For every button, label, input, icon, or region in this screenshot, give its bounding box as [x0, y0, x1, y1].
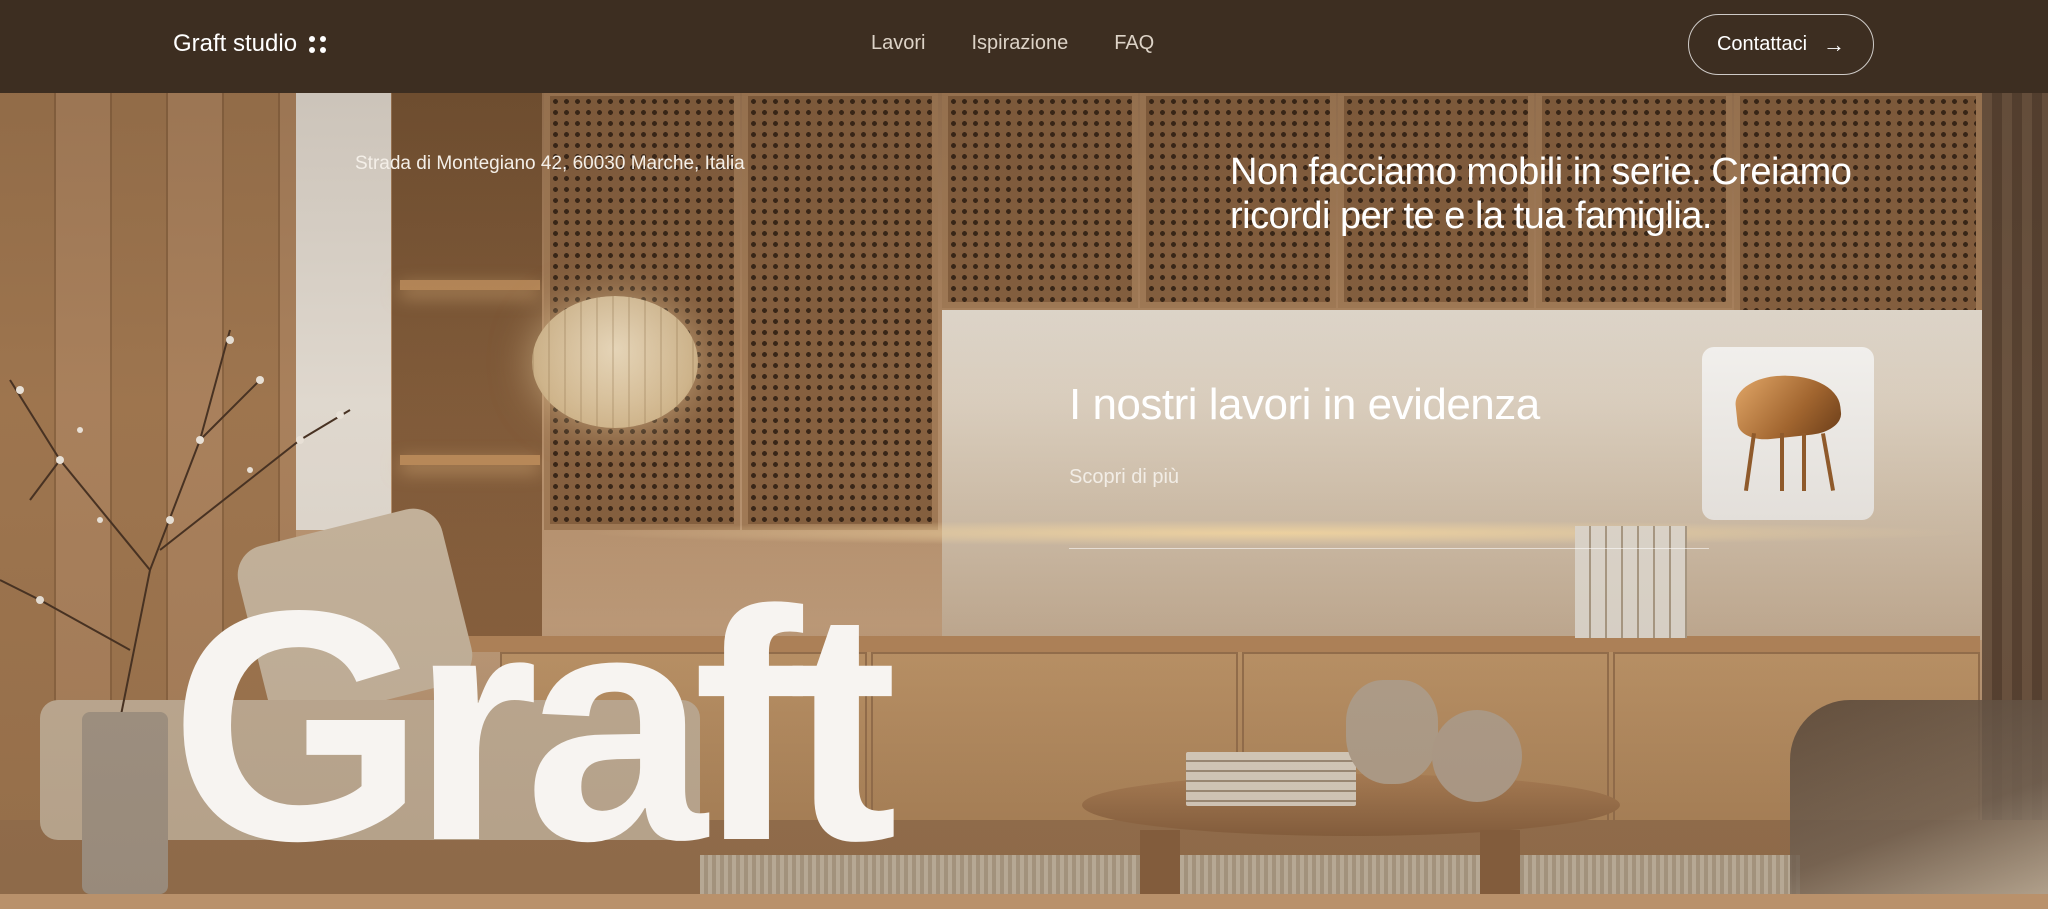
arrow-right-icon: → [1823, 31, 1846, 57]
studio-address: Strada di Montegiano 42, 60030 Marche, I… [355, 153, 745, 174]
hero-wordmark: Graft [170, 542, 898, 909]
featured-chair-thumbnail[interactable] [1702, 347, 1874, 520]
contact-button-label: Contattaci [1716, 33, 1808, 55]
discover-more-link[interactable]: Scopri di più [1069, 466, 1179, 489]
nav-item-faq[interactable]: FAQ [1114, 32, 1154, 55]
contact-button[interactable]: Contattaci → [1688, 14, 1874, 75]
main-nav: Lavori Ispirazione FAQ [871, 32, 1154, 55]
nav-item-lavori[interactable]: Lavori [871, 32, 925, 55]
brand-name: Graft studio [173, 30, 298, 57]
site-header: Graft studio Lavori Ispirazione FAQ Cont… [0, 0, 2048, 93]
divider [1069, 548, 1709, 549]
nav-item-ispirazione[interactable]: Ispirazione [971, 32, 1068, 55]
four-dots-icon [309, 35, 327, 53]
hero-tagline: Non facciamo mobili in serie. Creiamo ri… [1230, 151, 1852, 237]
featured-works-title: I nostri lavori in evidenza [1069, 380, 1540, 429]
brand-logo[interactable]: Graft studio [173, 30, 327, 58]
